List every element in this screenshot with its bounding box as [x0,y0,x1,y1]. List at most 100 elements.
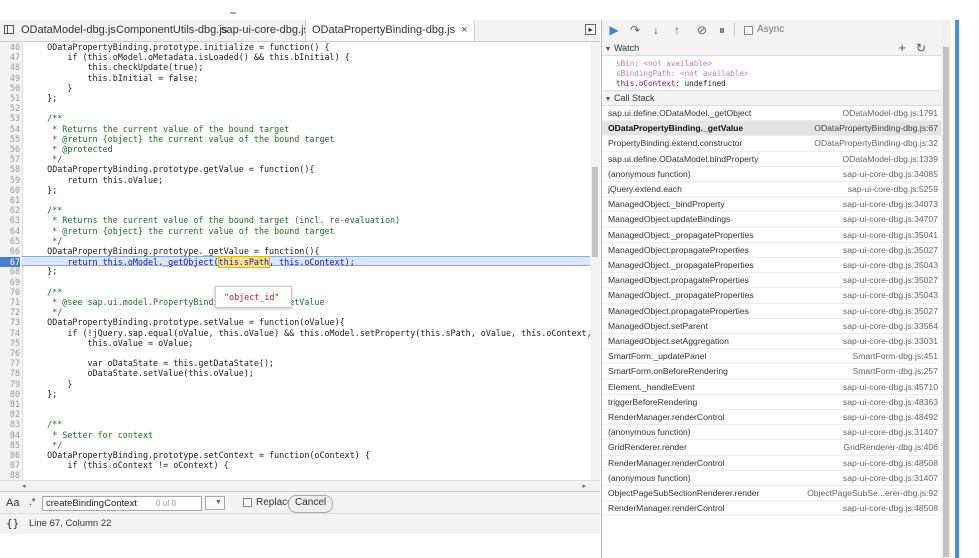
line-number[interactable]: 55 [0,134,20,144]
line-number[interactable]: 62 [0,205,20,215]
call-frame[interactable]: ManagedObject._propagateProperties sap-ui… [602,228,942,243]
line-number[interactable]: 51 [0,93,20,103]
match-case-toggle[interactable]: Aa [6,497,19,509]
regex-toggle[interactable]: .* [29,497,36,508]
line-number[interactable]: 82 [0,409,20,419]
line-number[interactable]: 81 [0,399,20,409]
line-number[interactable]: 66 [0,246,20,256]
line-number[interactable]: 50 [0,83,20,93]
deactivate-breakpoints-icon[interactable]: ⊘ [694,22,710,38]
add-watch-icon[interactable]: + [898,41,906,55]
sidebar-scrollbar[interactable] [941,20,951,558]
line-number[interactable]: 88 [0,470,20,480]
line-number[interactable]: 49 [0,73,20,83]
pause-on-exceptions-icon[interactable]: ⏸ [714,22,730,38]
call-frame[interactable]: ManagedObject._propagateProperties sap-ui… [602,258,942,274]
line-number[interactable]: 75 [0,338,20,348]
line-number[interactable]: 63 [0,215,20,225]
scroll-thumb[interactable] [592,167,598,257]
line-number[interactable]: 74 [0,328,20,338]
toggle-navigator-icon[interactable] [4,25,14,34]
frame-location-link[interactable]: sap-ui-core-dbg.js:5259 [848,182,938,197]
frame-location-link[interactable]: ODataModel-dbg.js:1339 [842,152,938,167]
sidebar-scroll-thumb[interactable] [943,47,949,557]
step-out-icon[interactable]: ↑ [669,22,685,38]
call-frame[interactable]: ObjectPageSubSectionRenderer.render Objec… [602,486,942,502]
step-into-icon[interactable]: ↓ [648,22,664,38]
call-frame[interactable]: SmartForm._updatePanel SmartForm-dbg.js:4… [602,349,942,365]
frame-location-link[interactable]: ObjectPageSubSe...erer-dbg.js:92 [807,486,938,501]
frame-location-link[interactable]: ODataModel-dbg.js:1791 [842,106,938,121]
editor-vertical-scrollbar[interactable] [590,42,600,480]
search-input[interactable]: createBindingContext 0 of 0 [42,496,202,511]
line-number[interactable]: 76 [0,348,20,358]
scroll-right-icon[interactable]: ▸ [582,482,586,490]
watch-section-header[interactable]: ▼ Watch + ↻ [602,41,942,56]
frame-location-link[interactable]: SmartForm-dbg.js:257 [853,364,939,379]
call-frame[interactable]: triggerBeforeRendering sap-ui-core-dbg.js… [602,395,942,410]
call-frame[interactable]: ManagedObject.propagateProperties sap-ui-… [602,243,942,258]
replace-checkbox[interactable] [243,498,252,507]
frame-location-link[interactable]: sap-ui-core-dbg.js:35041 [843,228,938,243]
line-number[interactable]: 68 [0,266,20,276]
line-number[interactable]: 70 [0,287,20,297]
frame-location-link[interactable]: sap-ui-core-dbg.js:35027 [843,304,938,319]
line-number[interactable]: 60 [0,185,20,195]
line-number[interactable]: 86 [0,450,20,460]
call-frame[interactable]: RenderManager.renderControl sap-ui-core-d… [602,501,942,517]
frame-location-link[interactable]: sap-ui-core-dbg.js:34707 [843,212,938,227]
frame-location-link[interactable]: sap-ui-core-dbg.js:34085 [843,167,938,182]
code-editor[interactable]: 46 ODataPropertyBinding.prototype.initia… [0,42,590,480]
call-frame[interactable]: RenderManager.renderControl sap-ui-core-d… [602,456,942,471]
frame-location-link[interactable]: sap-ui-core-dbg.js:45710 [843,380,938,395]
frame-location-link[interactable]: sap-ui-core-dbg.js:34073 [843,197,938,212]
frame-location-link[interactable]: sap-ui-core-dbg.js:35043 [843,258,938,273]
tab-odatapropertybinding[interactable]: ODataPropertyBinding-dbg.js × [305,20,475,41]
line-number[interactable]: 57 [0,154,20,164]
frame-location-link[interactable]: sap-ui-core-dbg.js:35027 [843,273,938,288]
cancel-button[interactable]: Cancel [288,495,334,513]
call-frame[interactable]: sap.ui.define.ODataModel._getObject OData… [602,106,942,122]
line-number[interactable]: 79 [0,379,20,389]
frame-location-link[interactable]: sap-ui-core-dbg.js:35027 [843,243,938,258]
line-number[interactable]: 56 [0,144,20,154]
call-frame[interactable]: (anonymous function) sap-ui-core-dbg.js:3… [602,425,942,441]
call-frame-selected[interactable]: ODataPropertyBinding._getValue ODataPrope… [602,121,942,137]
line-number[interactable]: 80 [0,389,20,399]
tab-odatamodel[interactable]: ODataModel-dbg.js [21,20,116,41]
line-number[interactable]: 53 [0,113,20,123]
step-over-icon[interactable]: ↷ [627,22,643,38]
call-frame[interactable]: (anonymous function) sap-ui-core-dbg.js:3… [602,471,942,486]
call-frame[interactable]: SmartForm.onBeforeRendering SmartForm-dbg… [602,364,942,380]
frame-location-link[interactable]: sap-ui-core-dbg.js:48363 [843,395,938,410]
pretty-print-icon[interactable]: {} [6,517,19,530]
call-frame[interactable]: ManagedObject.updateBindings sap-ui-core-… [602,212,942,228]
refresh-watch-icon[interactable]: ↻ [916,41,926,55]
call-frame[interactable]: ManagedObject.setParent sap-ui-core-dbg.j… [602,319,942,334]
close-tab-icon[interactable]: × [461,24,467,36]
line-number[interactable]: 52 [0,103,20,113]
call-frame[interactable]: PropertyBinding.extend.constructor ODataP… [602,136,942,152]
call-frame[interactable]: (anonymous function) sap-ui-core-dbg.js:3… [602,167,942,182]
frame-location-link[interactable]: SmartForm-dbg.js:451 [853,349,939,364]
call-frame[interactable]: ManagedObject._propagateProperties sap-ui… [602,288,942,304]
call-frame[interactable]: jQuery.extend.each sap-ui-core-dbg.js:525… [602,182,942,198]
call-frame[interactable]: Element._handleEvent sap-ui-core-dbg.js:4… [602,380,942,395]
line-number[interactable]: 65 [0,236,20,246]
resume-icon[interactable]: ▶ [606,22,622,38]
frame-location-link[interactable]: sap-ui-core-dbg.js:48492 [843,410,938,425]
tab-sap-ui-core[interactable]: sap-ui-core-dbg.js [221,20,309,41]
current-execution-line[interactable]: 67 return this.oModel._getObject(this.sP… [0,256,590,269]
line-number[interactable]: 71 [0,297,20,307]
watch-expression[interactable]: sBindingPath: <not available> [616,69,749,79]
callstack-section-header[interactable]: ▼ Call Stack [602,91,942,106]
line-number[interactable]: 47 [0,52,20,62]
line-number[interactable]: 87 [0,460,20,470]
call-frame[interactable]: ManagedObject.setAggregation sap-ui-core-… [602,334,942,350]
find-next-icon[interactable]: ▼ [213,496,225,510]
frame-location-link[interactable]: sap-ui-core-dbg.js:48508 [843,501,938,516]
line-number[interactable]: 59 [0,175,20,185]
frame-location-link[interactable]: sap-ui-core-dbg.js:33564 [843,319,938,334]
line-number[interactable]: 46 [0,42,20,52]
call-frame[interactable]: ManagedObject._bindProperty sap-ui-core-d… [602,197,942,213]
